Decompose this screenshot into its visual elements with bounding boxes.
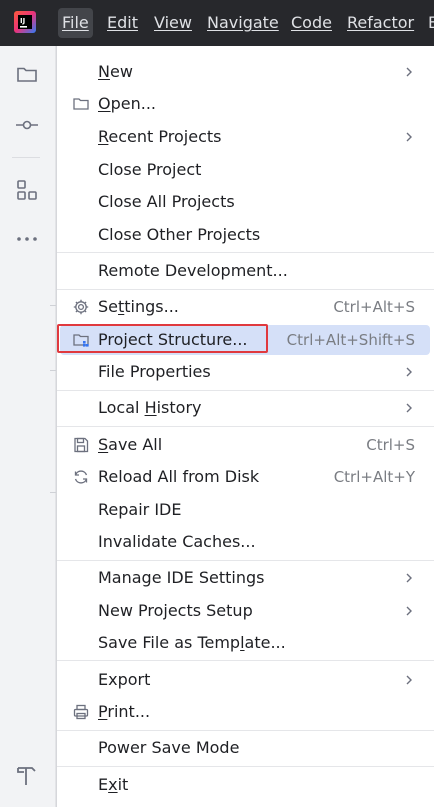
menu-item-close-other-projects[interactable]: Close Other Projects [60,220,430,250]
menu-build-label: B [428,13,434,32]
chevron-right-icon [406,132,412,142]
menu-item-invalidate-caches-label: Invalidate Caches... [98,532,256,551]
menu-item-remote-development-label: Remote Development... [98,261,288,280]
menu-item-close-project[interactable]: Close Project [60,155,430,185]
menu-item-project-structure-label: Project Structure... [98,330,248,349]
menu-file[interactable]: File [58,8,93,38]
menu-item-open[interactable]: Open... [60,89,430,119]
project-folder-icon[interactable] [15,62,39,86]
menu-item-local-history[interactable]: Local History [60,393,430,423]
menu-view[interactable]: View [154,14,192,32]
file-menu-dropdown: New Open... Recent Projects Close Projec… [56,46,434,807]
svg-text:IJ: IJ [20,17,25,25]
menu-navigate[interactable]: Navigate [207,14,279,32]
menu-item-power-save-mode-label: Power Save Mode [98,738,240,757]
chevron-right-icon [406,403,412,413]
menu-item-repair-ide[interactable]: Repair IDE [60,495,430,525]
menu-item-save-file-as-template[interactable]: Save File as Template... [60,628,430,658]
folder-icon [73,98,89,110]
printer-icon [73,704,89,720]
reload-icon [74,470,88,484]
menu-separator [57,730,434,731]
menu-item-invalidate-caches[interactable]: Invalidate Caches... [60,527,430,557]
menu-bar: IJ File Edit View Navigate Code Refactor… [0,0,434,46]
menu-view-label: View [154,13,192,32]
menu-item-close-project-label: Close Project [98,160,202,179]
structure-icon[interactable] [15,178,39,202]
menu-file-label: File [62,13,89,32]
menu-item-manage-ide-settings-label: Manage IDE Settings [98,568,265,587]
sidebar-divider [12,157,40,158]
menu-item-remote-development[interactable]: Remote Development... [60,256,430,286]
menu-build[interactable]: B [428,14,434,32]
menu-item-close-all-projects[interactable]: Close All Projects [60,187,430,217]
commit-icon[interactable] [15,113,39,137]
menu-code[interactable]: Code [291,14,332,32]
save-icon [74,437,89,453]
menu-separator [57,289,434,290]
menu-edit-label: Edit [107,13,138,32]
menu-refactor[interactable]: Refactor [347,14,414,32]
menu-item-reload-all-label: Reload All from Disk [98,467,260,486]
menu-item-export-label: Export [98,670,151,689]
menu-separator [57,390,434,391]
menu-item-reload-all[interactable]: Reload All from Disk Ctrl+Alt+Y [60,462,430,492]
menu-item-recent-projects[interactable]: Recent Projects [60,122,430,152]
menu-item-new-label: New [98,62,133,81]
menu-item-settings-label: Settings... [98,297,179,316]
menu-item-project-structure-shortcut: Ctrl+Alt+Shift+S [286,331,415,349]
menu-item-new-projects-setup[interactable]: New Projects Setup [60,596,430,626]
menu-item-export[interactable]: Export [60,665,430,695]
menu-item-print-label: Print... [98,702,151,721]
chevron-right-icon [406,67,412,77]
menu-item-recent-projects-label: Recent Projects [98,127,222,146]
chevron-right-icon [406,367,412,377]
menu-item-save-all[interactable]: Save All Ctrl+S [60,430,430,460]
build-hammer-icon[interactable] [15,764,39,788]
chevron-right-icon [406,606,412,616]
menu-item-file-properties[interactable]: File Properties [60,357,430,387]
menu-item-settings[interactable]: Settings... Ctrl+Alt+S [60,292,430,322]
menu-separator [57,252,434,253]
menu-item-new[interactable]: New [60,57,430,87]
menu-separator [57,560,434,561]
menu-navigate-label: Navigate [207,13,279,32]
menu-item-print[interactable]: Print... [60,697,430,727]
menu-item-settings-shortcut: Ctrl+Alt+S [333,298,415,316]
tool-window-sidebar [0,46,56,807]
menu-refactor-label: Refactor [347,13,415,32]
chevron-right-icon [406,573,412,583]
menu-item-save-file-as-template-label: Save File as Template... [98,633,286,652]
menu-edit[interactable]: Edit [107,14,138,32]
menu-item-save-all-shortcut: Ctrl+S [366,436,415,454]
gear-icon [73,299,89,315]
menu-separator [57,766,434,767]
project-structure-icon [73,334,89,347]
menu-item-repair-ide-label: Repair IDE [98,500,182,519]
more-icon[interactable] [15,227,39,251]
menu-item-reload-all-shortcut: Ctrl+Alt+Y [333,468,415,486]
menu-item-project-structure[interactable]: Project Structure... Ctrl+Alt+Shift+S [60,325,430,355]
menu-separator [57,426,434,427]
menu-item-exit-label: Exit [98,775,129,794]
menu-item-save-all-label: Save All [98,435,163,454]
menu-code-label: Code [291,13,332,32]
menu-item-new-projects-setup-label: New Projects Setup [98,601,253,620]
menu-item-exit[interactable]: Exit [60,770,430,800]
menu-item-open-label: Open... [98,94,156,113]
menu-item-close-other-projects-label: Close Other Projects [98,225,261,244]
menu-item-local-history-label: Local History [98,398,202,417]
menu-item-file-properties-label: File Properties [98,362,211,381]
menu-item-close-all-projects-label: Close All Projects [98,192,235,211]
menu-separator [57,660,434,661]
menu-item-power-save-mode[interactable]: Power Save Mode [60,733,430,763]
menu-item-manage-ide-settings[interactable]: Manage IDE Settings [60,563,430,593]
intellij-logo-icon[interactable]: IJ [14,11,36,33]
chevron-right-icon [406,675,412,685]
